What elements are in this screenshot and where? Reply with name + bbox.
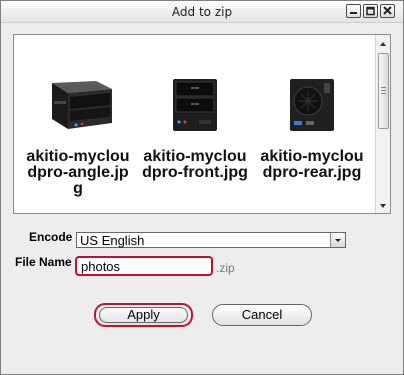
- vertical-scrollbar[interactable]: [375, 35, 390, 213]
- file-item[interactable]: akitio-mycloudpro-front.jpg: [141, 49, 249, 199]
- file-item[interactable]: akitio-mycloudpro-angle.jpg: [24, 49, 132, 199]
- file-name-value: photos: [81, 259, 121, 274]
- file-item[interactable]: akitio-mycloudpro-rear.jpg: [258, 49, 366, 199]
- chevron-down-icon[interactable]: [330, 233, 345, 247]
- file-list: akitio-mycloudpro-angle.jpg akitio-myclo…: [13, 34, 391, 214]
- file-thumbnail: [52, 81, 112, 129]
- file-name: akitio-mycloudpro-front.jpg: [142, 149, 248, 181]
- scroll-up-icon[interactable]: [376, 37, 390, 51]
- maximize-icon: [366, 6, 375, 16]
- cancel-button[interactable]: Cancel: [212, 304, 312, 326]
- file-name: akitio-mycloudpro-rear.jpg: [260, 149, 364, 181]
- file-name-label: File Name: [15, 255, 72, 269]
- cancel-button-label: Cancel: [241, 307, 283, 322]
- scroll-down-icon[interactable]: [376, 199, 390, 213]
- zip-extension: .zip: [216, 261, 235, 275]
- close-icon: [383, 6, 392, 15]
- encode-select[interactable]: US English: [76, 232, 346, 248]
- title-bar[interactable]: Add to zip: [1, 1, 403, 23]
- minimize-icon: [350, 12, 357, 14]
- minimize-button[interactable]: [346, 4, 361, 18]
- dialog-title: Add to zip: [171, 5, 233, 19]
- encode-label: Encode: [29, 230, 73, 244]
- file-thumbnail: [290, 79, 334, 131]
- file-thumbnail: [173, 79, 217, 131]
- file-name-input[interactable]: photos: [75, 256, 213, 276]
- add-to-zip-dialog: Add to zip akitio-mycloudpro-angle.jpg a…: [0, 0, 404, 375]
- file-name: akitio-mycloudpro-angle.jpg: [26, 149, 130, 197]
- close-button[interactable]: [380, 4, 395, 18]
- scrollbar-thumb[interactable]: [378, 53, 389, 129]
- apply-button[interactable]: Apply: [94, 303, 193, 327]
- apply-button-label: Apply: [127, 307, 160, 322]
- encode-selected-value: US English: [80, 233, 145, 248]
- maximize-button[interactable]: [363, 4, 378, 18]
